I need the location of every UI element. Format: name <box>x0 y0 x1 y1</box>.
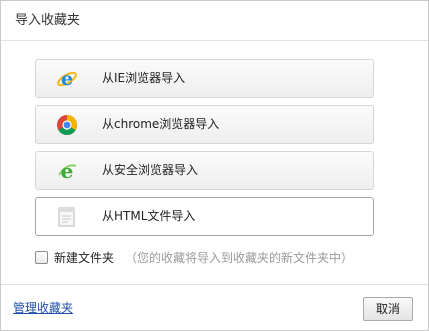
import-from-ie-label: 从IE浏览器导入 <box>102 71 186 85</box>
dialog-header: 导入收藏夹 <box>1 1 428 41</box>
import-from-ie-button[interactable]: e 从IE浏览器导入 <box>35 59 374 98</box>
new-folder-note: （您的收藏将导入到收藏夹的新文件夹中） <box>125 251 354 265</box>
import-favorites-dialog: 导入收藏夹 e 从IE浏览器导入 从chrome浏览器导入 e 从安全浏览器导入… <box>0 0 429 331</box>
svg-text:e: e <box>61 68 73 90</box>
import-from-html-button[interactable]: 从HTML文件导入 <box>35 197 374 236</box>
dialog-title: 导入收藏夹 <box>15 13 81 28</box>
svg-text:e: e <box>61 160 74 182</box>
safe-browser-icon: e <box>56 159 78 183</box>
new-folder-checkbox[interactable] <box>35 251 48 264</box>
new-folder-label[interactable]: 新建文件夹 <box>54 250 114 266</box>
cancel-button[interactable]: 取消 <box>363 297 413 321</box>
dialog-footer: 管理收藏夹 取消 <box>1 284 428 331</box>
import-from-chrome-button[interactable]: 从chrome浏览器导入 <box>35 105 374 144</box>
manage-favorites-link[interactable]: 管理收藏夹 <box>13 299 73 316</box>
ie-icon: e <box>56 68 78 90</box>
import-from-safe-browser-button[interactable]: e 从安全浏览器导入 <box>35 151 374 190</box>
import-from-html-label: 从HTML文件导入 <box>102 209 196 223</box>
import-from-safe-browser-label: 从安全浏览器导入 <box>102 163 199 177</box>
import-options: e 从IE浏览器导入 从chrome浏览器导入 e 从安全浏览器导入 从HTML… <box>35 59 374 243</box>
html-file-icon <box>56 206 78 228</box>
chrome-icon <box>56 114 78 136</box>
import-from-chrome-label: 从chrome浏览器导入 <box>102 117 220 131</box>
